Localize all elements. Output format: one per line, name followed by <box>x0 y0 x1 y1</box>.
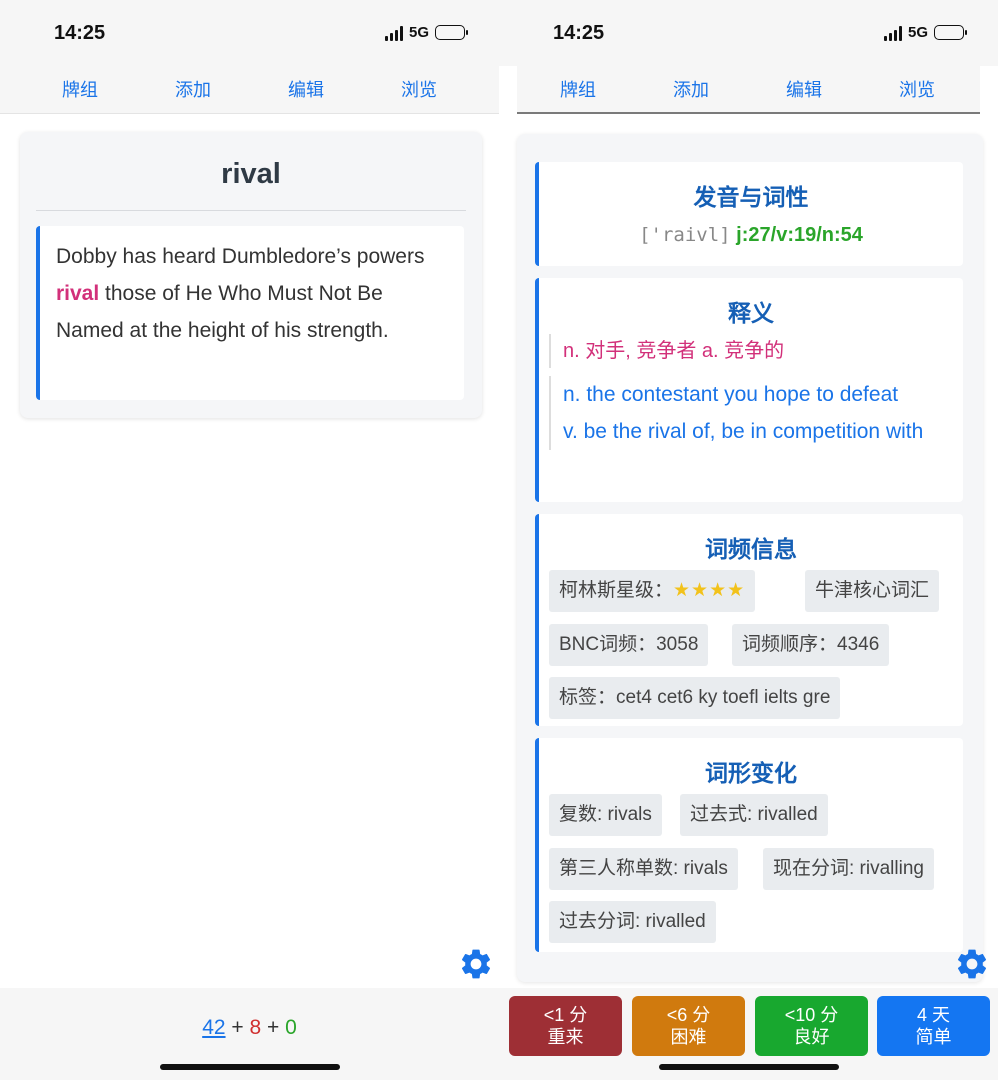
hard-interval: <6 分 <box>666 1005 711 1025</box>
frequency-codes: j:27/v:19/n:54 <box>736 224 863 246</box>
review-count: 0 <box>285 1016 297 1039</box>
status-bar: 14:25 5G <box>0 0 499 66</box>
form-plural: 复数: rivals <box>549 794 662 836</box>
card-front: rival Dobby has heard Dumbledore’s power… <box>20 132 482 418</box>
tab-decks[interactable]: 牌组 <box>50 76 110 102</box>
tab-edit[interactable]: 编辑 <box>774 76 834 102</box>
pronunciation-line: ['raivl] j:27/v:19/n:54 <box>539 224 963 247</box>
easy-interval: 4 天 <box>916 1005 950 1025</box>
section-title: 词形变化 <box>705 760 797 786</box>
sentence-before: Dobby has heard Dumbledore’s powers <box>56 245 425 268</box>
due-counts: 42 + 8 + 0 <box>0 1016 499 1040</box>
again-interval: <1 分 <box>543 1005 588 1025</box>
section-title: 发音与词性 <box>693 184 809 210</box>
good-interval: <10 分 <box>784 1005 839 1025</box>
order-chip: 词频顺序：4346 <box>732 624 890 666</box>
status-bar: 14:25 5G <box>499 0 998 66</box>
word-title: rival <box>221 158 281 190</box>
meaning-chinese: n. 对手, 竞争者 a. 竞争的 <box>549 334 949 368</box>
new-count[interactable]: 42 <box>202 1016 225 1039</box>
meaning-line: v. be the rival of, be in competition wi… <box>563 420 924 443</box>
sentence-after: those of He Who Must Not Be Named at the… <box>56 282 389 342</box>
tab-decks[interactable]: 牌组 <box>548 76 608 102</box>
phonetic: ['raivl] <box>639 224 731 246</box>
card-back: 发音与词性 ['raivl] j:27/v:19/n:54 释义 n. 对手, … <box>517 134 983 982</box>
tab-add[interactable]: 添加 <box>661 76 721 102</box>
tags-chip: 标签：cet4 cet6 ky toefl ielts gre <box>549 677 841 719</box>
form-present-participle: 现在分词: rivalling <box>763 848 934 890</box>
top-nav: 牌组 添加 编辑 浏览 <box>0 66 499 114</box>
form-past-participle: 过去分词: rivalled <box>549 901 716 943</box>
top-nav: 牌组 添加 编辑 浏览 <box>517 66 980 114</box>
divider <box>36 210 466 211</box>
status-time: 14:25 <box>54 22 106 44</box>
good-label: 良好 <box>793 1027 830 1047</box>
easy-label: 简单 <box>915 1027 952 1047</box>
network-label: 5G <box>408 24 429 41</box>
again-label: 重来 <box>547 1027 584 1047</box>
sentence-highlight: rival <box>56 282 100 305</box>
network-label: 5G <box>907 24 928 41</box>
status-indicators: 5G <box>883 24 967 41</box>
tab-add[interactable]: 添加 <box>163 76 223 102</box>
good-button[interactable]: <10 分良好 <box>755 996 868 1056</box>
easy-button[interactable]: 4 天简单 <box>877 996 990 1056</box>
count-separator: + <box>261 1016 286 1039</box>
meaning-english: n. the contestant you hope to defeat v. b… <box>549 376 949 450</box>
oxford-chip: 牛津核心词汇 <box>805 570 940 612</box>
signal-icon <box>384 25 403 41</box>
frequency-section: 词频信息 柯林斯星级：★★★★ 牛津核心词汇 BNC词频：3058 词频顺序：4… <box>535 514 963 726</box>
home-indicator <box>659 1064 839 1070</box>
section-title: 词频信息 <box>705 536 797 562</box>
battery-icon <box>435 25 468 40</box>
gear-icon[interactable] <box>954 946 990 982</box>
collins-label: 柯林斯星级： <box>559 580 674 601</box>
tab-browse[interactable]: 浏览 <box>389 76 449 102</box>
example-sentence: Dobby has heard Dumbledore’s powers riva… <box>36 226 464 400</box>
bnc-chip: BNC词频：3058 <box>549 624 709 666</box>
home-indicator <box>160 1064 340 1070</box>
again-button[interactable]: <1 分重来 <box>509 996 622 1056</box>
back-screen: 14:25 5G 牌组 添加 编辑 浏览 发音与词性 ['raivl] j:27… <box>499 0 998 1080</box>
pronunciation-section: 发音与词性 ['raivl] j:27/v:19/n:54 <box>535 162 963 266</box>
gear-icon[interactable] <box>458 946 494 982</box>
status-time: 14:25 <box>553 22 605 44</box>
tab-edit[interactable]: 编辑 <box>276 76 336 102</box>
form-third-person: 第三人称单数: rivals <box>549 848 738 890</box>
count-separator: + <box>225 1016 250 1039</box>
learning-count: 8 <box>249 1016 262 1039</box>
battery-icon <box>934 25 967 40</box>
front-screen: 14:25 5G 牌组 添加 编辑 浏览 rival Dobby has hea… <box>0 0 499 1080</box>
star-icon: ★★★★ <box>673 580 746 601</box>
meaning-section: 释义 n. 对手, 竞争者 a. 竞争的 n. the contestant y… <box>535 278 963 502</box>
form-past: 过去式: rivalled <box>680 794 828 836</box>
signal-icon <box>883 25 902 41</box>
word-forms-section: 词形变化 复数: rivals 过去式: rivalled 第三人称单数: ri… <box>535 738 963 952</box>
meaning-line: n. the contestant you hope to defeat <box>563 383 899 406</box>
tab-browse[interactable]: 浏览 <box>887 76 947 102</box>
hard-button[interactable]: <6 分困难 <box>632 996 745 1056</box>
section-title: 释义 <box>728 300 774 326</box>
hard-label: 困难 <box>670 1027 707 1047</box>
status-indicators: 5G <box>384 24 468 41</box>
collins-chip: 柯林斯星级：★★★★ <box>549 570 756 612</box>
